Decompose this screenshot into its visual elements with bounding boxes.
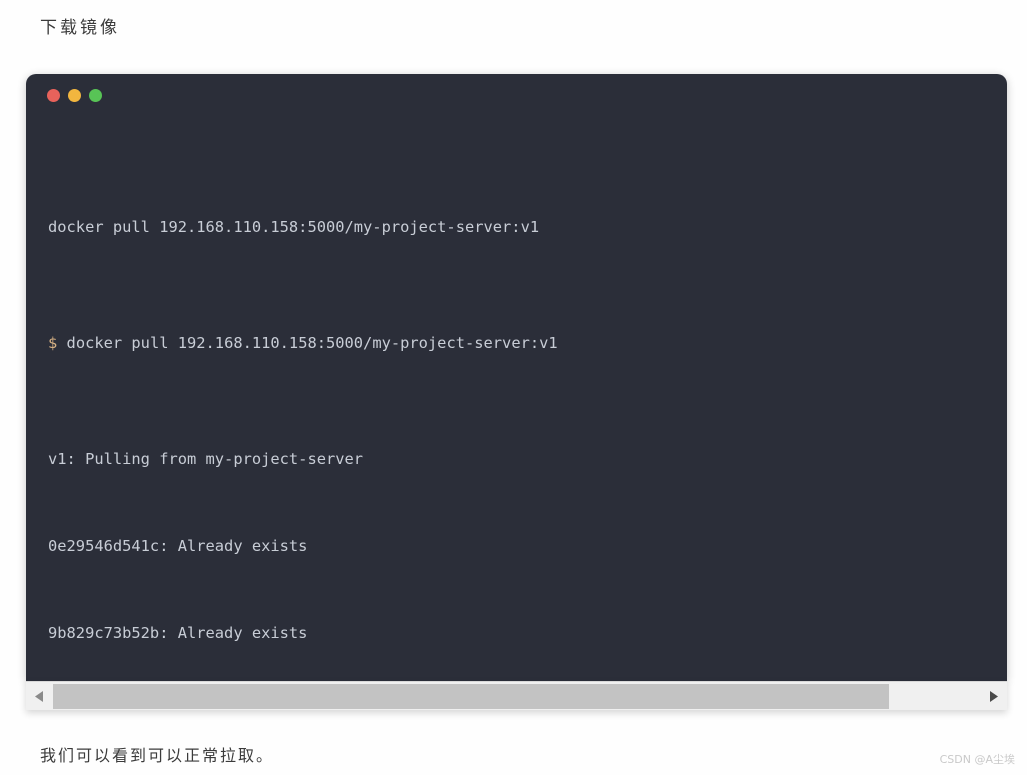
close-button[interactable] [47, 88, 60, 102]
watermark: CSDN @A尘埃 [939, 753, 1015, 766]
horizontal-scrollbar[interactable] [26, 681, 1007, 710]
chevron-left-icon [34, 690, 45, 703]
terminal-line-text: docker pull 192.168.110.158:5000/my-proj… [57, 334, 558, 352]
terminal-window: docker pull 192.168.110.158:5000/my-proj… [26, 74, 1007, 681]
chevron-right-icon [988, 690, 999, 703]
scroll-right-button[interactable] [980, 683, 1007, 710]
terminal-output[interactable]: docker pull 192.168.110.158:5000/my-proj… [26, 116, 1007, 681]
minimize-button[interactable] [68, 88, 81, 102]
footer-note: 我们可以看到可以正常拉取。 [40, 746, 275, 765]
terminal-line: 0e29546d541c: Already exists [48, 537, 308, 555]
terminal-line: $ docker pull 192.168.110.158:5000/my-pr… [48, 329, 1007, 358]
page-title: 下载镜像 [40, 18, 120, 38]
scroll-left-button[interactable] [26, 683, 53, 710]
terminal-line: v1: Pulling from my-project-server [48, 450, 364, 468]
terminal-line: 9b829c73b52b: Already exists [48, 624, 308, 642]
scrollbar-thumb[interactable] [53, 683, 889, 709]
shell-prompt-symbol: $ [48, 334, 58, 352]
scrollbar-track[interactable] [53, 683, 980, 710]
terminal-titlebar [26, 74, 1007, 116]
zoom-button[interactable] [89, 88, 102, 102]
terminal-line: docker pull 192.168.110.158:5000/my-proj… [48, 218, 540, 236]
